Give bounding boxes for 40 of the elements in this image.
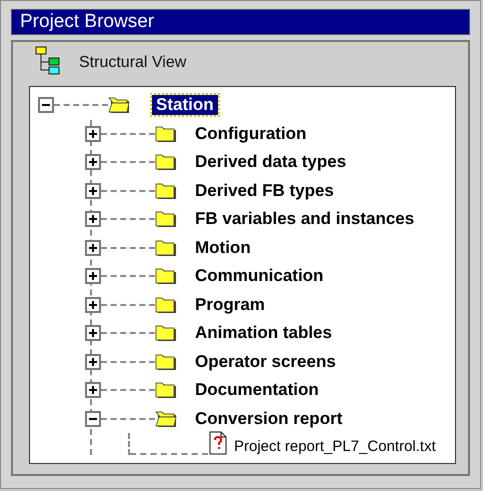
tree-item[interactable]: Animation tables [191, 323, 336, 344]
tree-item[interactable]: Motion [191, 238, 255, 258]
tree-item[interactable]: FB variables and instances [191, 209, 418, 230]
view-title: Structural View [79, 54, 186, 72]
window-title: Project Browser [11, 9, 470, 35]
expand-icon[interactable] [85, 211, 101, 228]
expand-icon[interactable] [85, 325, 101, 342]
expand-icon[interactable] [85, 354, 101, 370]
open-folder-icon [108, 95, 132, 116]
folder-icon [155, 238, 179, 258]
expand-icon[interactable] [85, 182, 101, 199]
folder-icon [155, 352, 179, 372]
collapse-icon[interactable] [85, 410, 101, 427]
expand-icon[interactable] [85, 268, 101, 284]
tree-item[interactable]: Station [152, 95, 218, 116]
tree-item[interactable]: Communication [191, 266, 328, 286]
tree-item[interactable]: Documentation [191, 380, 323, 400]
collapse-icon[interactable] [38, 97, 54, 114]
folder-icon [155, 380, 179, 400]
tree-item[interactable]: Conversion report [191, 408, 346, 429]
expand-icon[interactable] [85, 296, 101, 313]
expand-icon[interactable] [85, 126, 101, 142]
help-file-icon [208, 431, 228, 455]
folder-icon [155, 209, 179, 230]
folder-icon [155, 266, 179, 286]
tree-item[interactable]: Operator screens [191, 352, 340, 372]
folder-icon [155, 124, 179, 144]
expand-icon[interactable] [85, 154, 101, 170]
folder-icon [155, 294, 179, 315]
expand-icon[interactable] [85, 382, 101, 398]
tree-item[interactable]: Program [191, 294, 269, 315]
tree-item[interactable]: Derived data types [191, 152, 350, 172]
tree-item[interactable]: Derived FB types [191, 180, 338, 201]
tree-item[interactable]: Project report_PL7_Control.txt [230, 438, 440, 455]
folder-icon [155, 180, 179, 201]
folder-icon [155, 323, 179, 344]
tree-item[interactable]: Configuration [191, 124, 310, 144]
open-folder-icon [155, 408, 179, 429]
expand-icon[interactable] [85, 240, 101, 256]
folder-icon [155, 152, 179, 172]
